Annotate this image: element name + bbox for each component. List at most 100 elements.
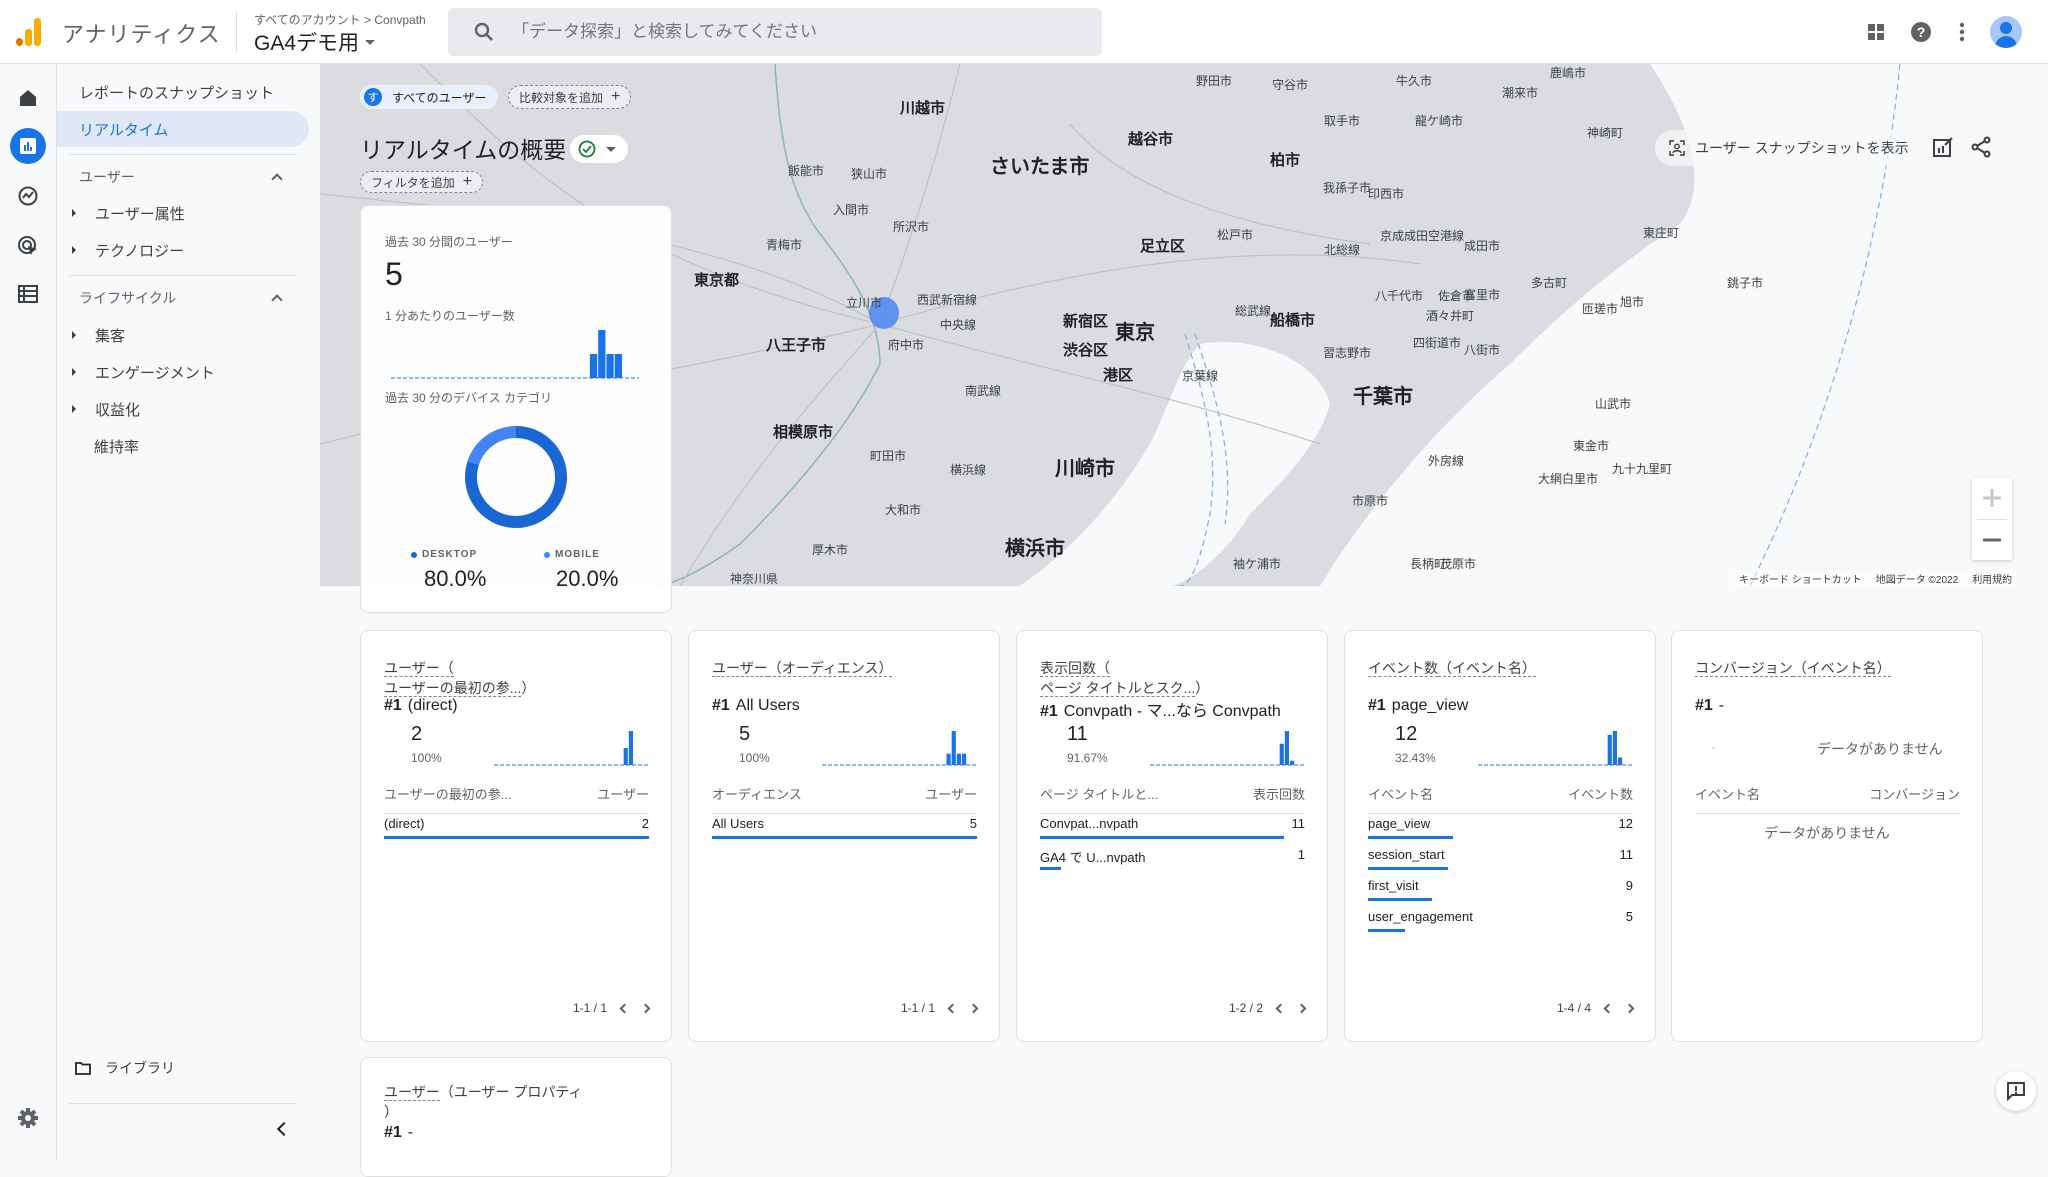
sparkline-bar[interactable] [1290,760,1295,765]
explore-icon[interactable] [10,178,46,214]
nav-snapshot[interactable]: レポートのスナップショット [57,74,309,110]
nav-item-monetization[interactable]: 収益化 [57,391,309,427]
device-donut-chart[interactable] [463,424,569,530]
users-per-minute-chart[interactable] [391,326,641,380]
customize-report-icon[interactable] [1932,136,1954,163]
nav-item-engagement[interactable]: エンゲージメント [57,354,309,390]
dimension-selector[interactable]: （ユーザー プロパティ [440,1084,583,1100]
dimension-selector[interactable]: ページ タイトルとスク... [1040,680,1196,697]
table-row[interactable]: GA4 で U...nvpath 1 [1040,847,1305,866]
column-header: ページ タイトルと... [1040,787,1159,802]
sparkline-chart[interactable] [1478,727,1633,767]
more-vert-icon[interactable] [1948,18,1976,46]
table-row[interactable]: page_view 12 [1368,816,1633,831]
sparkline-bar[interactable] [956,753,961,765]
add-comparison-button[interactable]: 比較対象を追加 + [508,85,632,109]
sparkline-bar[interactable] [1612,731,1617,765]
breadcrumb[interactable]: すべてのアカウント > Convpath [254,11,426,28]
next-page-icon[interactable] [1296,1003,1307,1013]
map-place-label: 成田市 [1464,239,1501,253]
collapse-nav-chevron-icon[interactable] [276,1121,292,1137]
dimension-selector[interactable]: （オーディエンス） [767,660,893,677]
nav-item-label: 集客 [95,327,126,345]
table-row[interactable]: session_start 11 [1368,847,1633,862]
account-avatar[interactable] [1990,16,2022,48]
sparkline-chart[interactable] [1150,727,1305,767]
nav-section-user[interactable]: ユーザー [57,159,297,195]
metric-selector[interactable]: ユーザー [712,660,768,677]
feedback-button[interactable] [1996,1071,2036,1111]
segment-chip-all-users[interactable]: す すべてのユーザー [360,85,499,109]
sparkline-bar[interactable] [962,753,967,765]
data-quality-status-button[interactable] [570,135,628,163]
terms-link[interactable]: 利用規約 [1972,571,2012,586]
table-row[interactable]: first_visit 9 [1368,878,1633,893]
metric-selector[interactable]: ユーザー（ [384,660,454,677]
column-header: 表示回数 [1252,787,1305,802]
per-minute-bar[interactable] [589,354,598,378]
help-icon[interactable]: ? [1907,18,1935,46]
next-page-icon[interactable] [640,1003,651,1013]
analytics-logo[interactable] [16,18,42,46]
per-minute-bar[interactable] [606,354,614,378]
prev-page-icon[interactable] [619,1003,630,1013]
metric-selector[interactable]: 表示回数（ [1040,660,1110,677]
zoom-out-button[interactable] [1972,520,2012,560]
home-icon[interactable] [10,80,46,116]
search-bar[interactable] [448,8,1102,56]
nav-item-acquisition[interactable]: 集客 [57,317,309,353]
card-title: ユーザー（ユーザー プロパティ） [384,1084,583,1120]
map-place-label: 所沢市 [893,220,930,234]
configure-icon[interactable] [10,276,46,312]
advertising-icon[interactable] [10,228,46,264]
property-selector[interactable]: GA4デモ用 [254,27,376,57]
sparkline-bar[interactable] [1279,743,1284,765]
table-row[interactable]: Convpat...nvpath 11 [1040,816,1305,831]
sparkline-chart[interactable] [494,727,649,767]
nav-realtime[interactable]: リアルタイム [57,111,309,147]
nav-section-lifecycle[interactable]: ライフサイクル [57,280,297,316]
user-snapshot-button[interactable]: ユーザー スナップショットを表示 [1655,130,1923,166]
sparkline-chart[interactable] [822,727,977,767]
share-icon[interactable] [1970,136,1992,163]
prev-page-icon[interactable] [1603,1003,1614,1013]
sparkline-bar[interactable] [1284,731,1289,765]
sparkline-bar[interactable] [623,748,628,765]
donut-slice-mobile[interactable] [467,426,517,466]
apps-icon[interactable] [1862,18,1890,46]
sparkline-bar[interactable] [1618,757,1623,765]
metric-selector[interactable]: イベント数 [1368,660,1438,677]
dimension-selector[interactable]: ユーザーの最初の参... [384,680,522,697]
add-filter-button[interactable]: フィルタを追加 + [360,171,484,193]
settings-icon[interactable] [10,1100,46,1136]
table-row[interactable]: All Users 5 [712,816,977,831]
dimension-selector[interactable]: （イベント名） [1792,660,1891,677]
table-row[interactable]: (direct) 2 [384,816,649,831]
per-minute-bar[interactable] [598,330,606,378]
sparkline-bar[interactable] [946,753,951,765]
metric-selector[interactable]: ユーザー [384,1084,440,1101]
nav-item-technology[interactable]: テクノロジー [57,232,309,268]
prev-page-icon[interactable] [947,1003,958,1013]
keyboard-shortcuts-link[interactable]: キーボード ショートカット [1739,571,1862,586]
table-row[interactable]: user_engagement 5 [1368,909,1633,924]
search-input[interactable] [512,22,1072,42]
sparkline-bar[interactable] [951,731,956,765]
nav-library[interactable]: ライブラリ [57,1050,309,1086]
map-place-label: 松戸市 [1217,228,1254,242]
reports-icon[interactable] [10,128,46,164]
sparkline-bar[interactable] [628,731,633,765]
report-card: イベント数（イベント名） #1 page_view 12 32.43% イベント名 イベント… [1344,630,1656,1042]
metric-selector[interactable]: コンバージョン [1695,660,1793,677]
map-place-label: 富里市 [1464,288,1501,302]
zoom-in-button[interactable] [1972,478,2012,519]
per-minute-bar[interactable] [614,354,622,378]
row-label: Convpat...nvpath [1040,816,1139,831]
sparkline-bar[interactable] [1607,734,1612,765]
nav-item-demographics[interactable]: ユーザー属性 [57,195,309,231]
next-page-icon[interactable] [1624,1003,1635,1013]
nav-item-retention[interactable]: 維持率 [57,428,309,464]
dimension-selector[interactable]: （イベント名） [1438,660,1536,677]
next-page-icon[interactable] [968,1003,979,1013]
prev-page-icon[interactable] [1275,1003,1286,1013]
